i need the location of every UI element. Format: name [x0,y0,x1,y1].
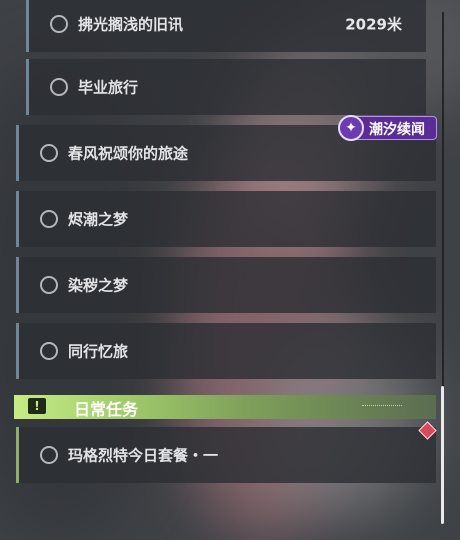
quest-status-icon [40,210,58,228]
quest-status-icon [50,15,68,33]
quest-item[interactable]: 烬潮之梦 [16,191,436,247]
quest-status-icon [40,144,58,162]
quest-title: 春风祝颂你的旅途 [68,144,189,163]
quest-title: 拂光搁浅的旧讯 [78,15,184,34]
scrollbar-thumb[interactable] [441,386,444,524]
quest-title: 同行忆旅 [68,342,129,361]
daily-quest-item[interactable]: 玛格烈特今日套餐・一 [16,427,436,483]
exclamation-icon: ! [28,398,46,414]
quest-status-icon [40,446,58,464]
quest-title: 毕业旅行 [78,78,139,97]
quest-item[interactable]: 毕业旅行 [26,59,426,115]
event-tag-label: 潮汐续闻 [369,122,425,138]
quest-status-icon [40,342,58,360]
quest-status-icon [40,276,58,294]
header-decoration [362,405,402,409]
quest-item[interactable]: 拂光搁浅的旧讯 2029米 [26,0,426,52]
quest-item[interactable]: 同行忆旅 [16,323,436,379]
quest-title: 烬潮之梦 [68,210,129,229]
quest-title: 玛格烈特今日套餐・一 [68,446,219,465]
quest-item[interactable]: 染秽之梦 [16,257,436,313]
quest-distance: 2029米 [345,15,402,34]
daily-section-title: 日常任务 [74,400,139,419]
quest-status-icon [50,78,68,96]
tide-emblem-icon: ✦ [338,115,364,141]
quest-title: 染秽之梦 [68,276,129,295]
event-tag[interactable]: ✦ 潮汐续闻 [338,115,437,141]
daily-section-header: ! 日常任务 [14,395,436,419]
